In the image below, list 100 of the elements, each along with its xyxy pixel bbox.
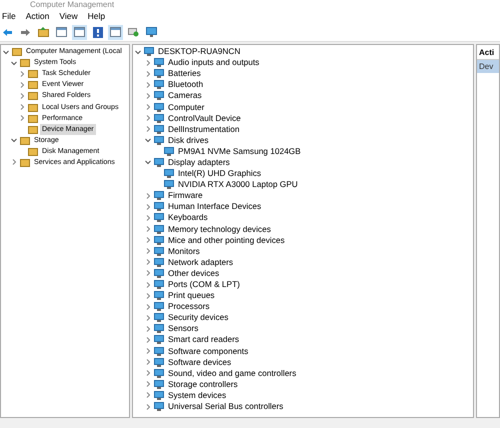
tree-item[interactable]: Software devices — [166, 356, 234, 368]
tree-item[interactable]: Bluetooth — [166, 79, 206, 90]
collapse-chevron-icon[interactable] — [10, 136, 18, 144]
menu-item[interactable]: View — [59, 11, 78, 21]
menu-item[interactable]: Action — [26, 11, 50, 21]
expand-chevron-icon[interactable] — [144, 214, 152, 222]
toolbar-button[interactable] — [144, 24, 159, 40]
expand-chevron-icon[interactable] — [144, 358, 152, 366]
expand-chevron-icon[interactable] — [144, 103, 152, 112]
toolbar-button[interactable] — [36, 24, 51, 40]
device-icon — [154, 280, 164, 290]
expand-chevron-icon[interactable] — [10, 158, 18, 166]
expand-chevron-icon[interactable] — [18, 114, 26, 122]
expand-chevron-icon[interactable] — [18, 103, 26, 112]
tree-item[interactable]: Monitors — [166, 246, 202, 257]
expand-chevron-icon[interactable] — [144, 92, 152, 100]
expand-chevron-icon[interactable] — [18, 80, 26, 89]
toolbar-button[interactable] — [54, 24, 69, 40]
expand-chevron-icon[interactable] — [144, 70, 152, 78]
tree-item[interactable]: Other devices — [166, 268, 222, 279]
expand-chevron-icon[interactable] — [144, 347, 152, 356]
expand-chevron-icon[interactable] — [144, 225, 152, 234]
tree-item[interactable]: Storage controllers — [166, 378, 240, 390]
toolbar-button[interactable] — [90, 24, 105, 40]
expand-chevron-icon[interactable] — [144, 202, 152, 211]
device-icon — [164, 180, 174, 190]
tree-item[interactable]: Mice and other pointing devices — [166, 234, 287, 246]
tree-item[interactable]: PM9A1 NVMe Samsung 1024GB — [176, 146, 303, 157]
menu-item[interactable]: Help — [88, 11, 106, 21]
tree-item[interactable]: ControlVault Device — [166, 112, 243, 124]
menu-item[interactable]: File — [2, 11, 16, 21]
expand-chevron-icon[interactable] — [144, 258, 152, 266]
tree-item[interactable]: Computer — [166, 102, 206, 113]
expand-chevron-icon[interactable] — [144, 114, 152, 122]
expand-chevron-icon[interactable] — [18, 92, 26, 100]
expand-chevron-icon[interactable] — [144, 80, 152, 89]
device-icon — [154, 268, 164, 278]
device-icon — [154, 324, 164, 334]
tree-item[interactable]: Universal Serial Bus controllers — [166, 401, 286, 412]
expand-chevron-icon[interactable] — [144, 125, 152, 134]
tree-item[interactable]: Network adapters — [166, 256, 236, 268]
tree-item[interactable]: Batteries — [166, 68, 203, 80]
expand-chevron-icon[interactable] — [144, 324, 152, 333]
device-icon — [154, 158, 164, 167]
device-icon — [164, 169, 174, 178]
window-icon — [128, 27, 139, 37]
expand-chevron-icon[interactable] — [144, 402, 152, 411]
device-icon — [154, 114, 164, 123]
tree-item[interactable]: Disk drives — [166, 134, 211, 146]
device-icon — [154, 291, 164, 300]
tree-item[interactable]: Firmware — [166, 190, 205, 202]
collapse-chevron-icon[interactable] — [10, 58, 18, 67]
tree-item[interactable]: Cameras — [166, 90, 204, 102]
expand-chevron-icon[interactable] — [144, 58, 152, 67]
device-icon — [154, 102, 164, 112]
expand-chevron-icon[interactable] — [144, 192, 152, 200]
tree-item[interactable]: Ports (COM & LPT) — [166, 279, 242, 290]
tree-item[interactable]: Processors — [166, 301, 212, 312]
expand-chevron-icon[interactable] — [18, 70, 26, 78]
expand-chevron-icon[interactable] — [144, 391, 152, 400]
expand-chevron-icon[interactable] — [144, 336, 152, 344]
pane-icon — [74, 27, 85, 37]
collapse-chevron-icon[interactable] — [144, 158, 152, 166]
tree-item[interactable]: Sound, video and game controllers — [166, 368, 298, 379]
tree-item[interactable]: Human Interface Devices — [166, 201, 264, 212]
monitor-icon — [146, 27, 157, 37]
tree-item[interactable]: Keyboards — [166, 212, 210, 224]
tree-item[interactable]: DESKTOP-RUA9NCN — [156, 46, 242, 58]
collapse-chevron-icon[interactable] — [144, 136, 152, 144]
device-icon — [154, 80, 164, 90]
forward-arrow-icon — [20, 28, 31, 36]
toolbar-button[interactable] — [72, 24, 87, 40]
tree-item[interactable]: Security devices — [166, 312, 230, 324]
tree-item[interactable]: Software components — [166, 346, 250, 357]
tree-item[interactable]: Display adapters — [166, 156, 232, 168]
pane-icon — [110, 27, 121, 37]
expand-chevron-icon[interactable] — [144, 280, 152, 289]
expand-chevron-icon[interactable] — [144, 292, 152, 300]
expand-chevron-icon[interactable] — [144, 302, 152, 311]
expand-chevron-icon[interactable] — [144, 369, 152, 378]
expand-chevron-icon[interactable] — [144, 247, 152, 256]
collapse-chevron-icon[interactable] — [134, 48, 142, 56]
expand-chevron-icon[interactable] — [144, 380, 152, 388]
tree-item[interactable]: Smart card readers — [166, 334, 242, 346]
expand-chevron-icon[interactable] — [144, 269, 152, 278]
collapse-chevron-icon[interactable] — [2, 48, 10, 56]
tree-item[interactable]: DellInstrumentation — [166, 124, 242, 135]
tree-item[interactable]: Sensors — [166, 323, 200, 334]
tree-item[interactable]: Print queues — [166, 290, 217, 302]
expand-chevron-icon[interactable] — [144, 314, 152, 322]
tree-item[interactable]: System devices — [166, 390, 228, 401]
tree-item[interactable]: Memory technology devices — [166, 224, 273, 235]
tree-item[interactable]: NVIDIA RTX A3000 Laptop GPU — [176, 179, 300, 190]
tree-item[interactable]: Audio inputs and outputs — [166, 57, 262, 68]
toolbar-button[interactable] — [108, 24, 123, 40]
actions-list-entry[interactable]: Dev — [477, 60, 499, 73]
expand-chevron-icon[interactable] — [144, 236, 152, 244]
tree-item[interactable]: Intel(R) UHD Graphics — [176, 168, 263, 180]
device-icon — [154, 136, 164, 145]
back-arrow-icon — [2, 28, 13, 36]
